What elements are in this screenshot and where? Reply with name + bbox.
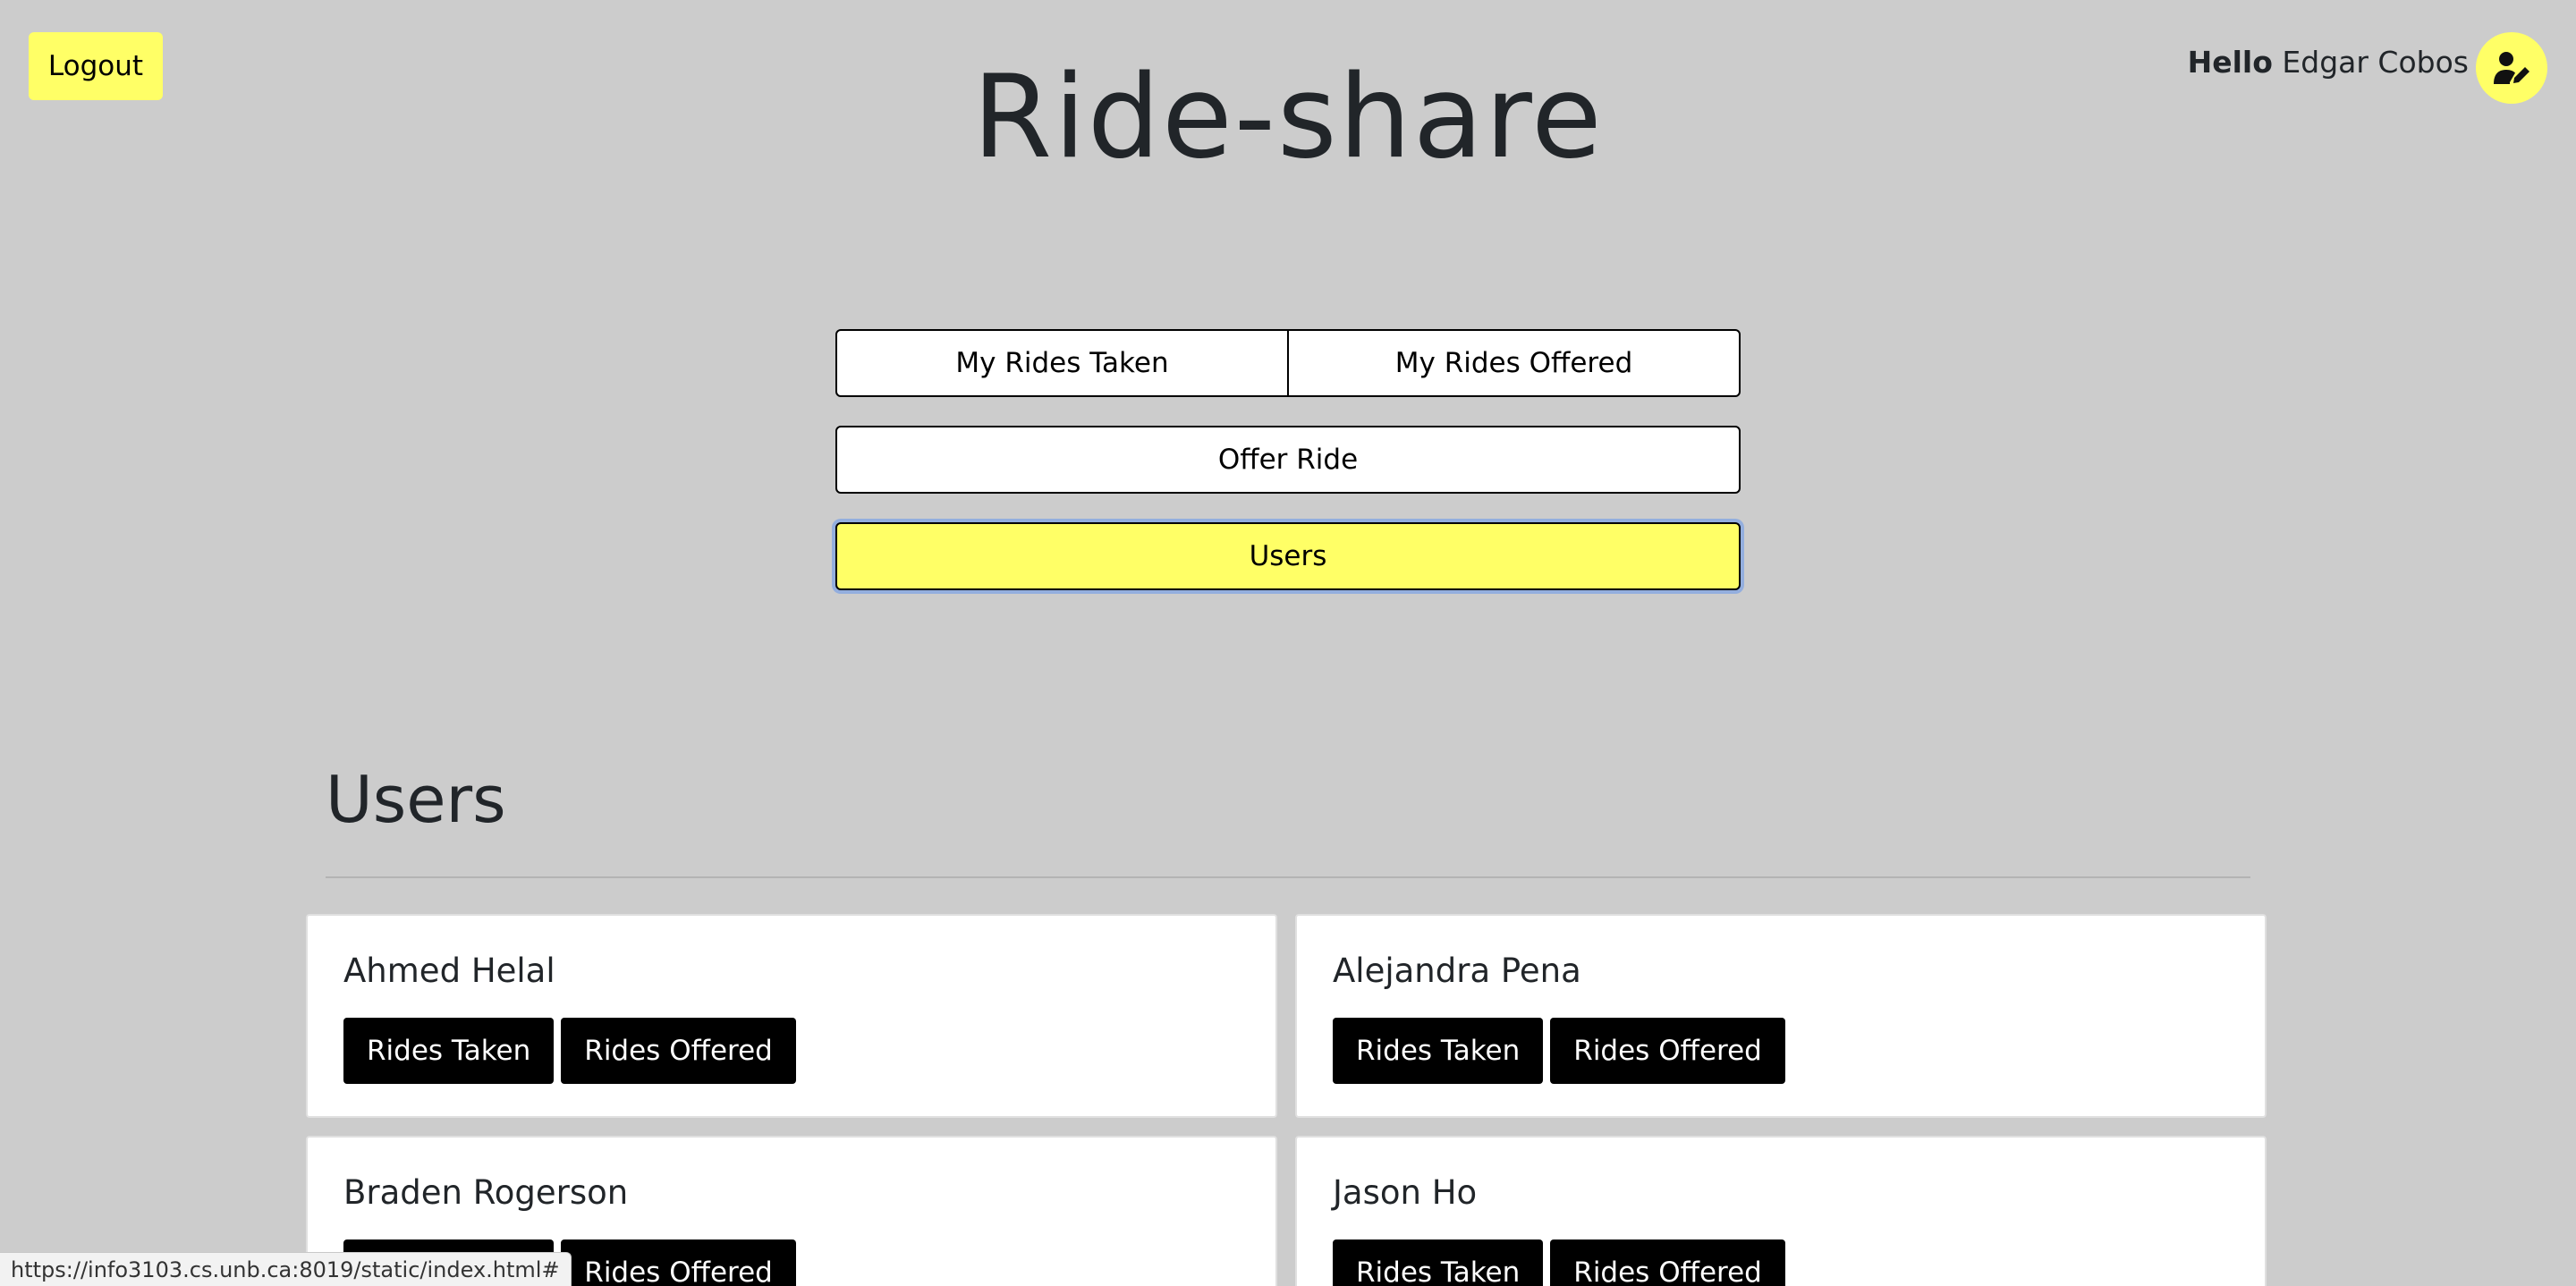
my-rides-taken-button[interactable]: My Rides Taken: [837, 331, 1287, 395]
greeting-user-name: Edgar Cobos: [2282, 45, 2469, 80]
user-actions: Rides Taken Rides Offered: [343, 1018, 796, 1084]
user-name: Alejandra Pena: [1333, 952, 1581, 990]
user-name: Jason Ho: [1333, 1173, 1478, 1212]
user-card: Alejandra Pena Rides Taken Rides Offered: [1295, 914, 2267, 1118]
rides-offered-button[interactable]: Rides Offered: [1550, 1018, 1785, 1084]
rides-offered-button[interactable]: Rides Offered: [561, 1239, 796, 1286]
user-edit-icon: [2494, 52, 2529, 84]
app-page: Logout Ride-share Hello Edgar Cobos My R…: [0, 0, 2576, 1286]
browser-status-url: https://info3103.cs.unb.ca:8019/static/i…: [0, 1252, 572, 1286]
rides-taken-button[interactable]: Rides Taken: [1333, 1239, 1544, 1286]
user-card: Jason Ho Rides Taken Rides Offered: [1295, 1136, 2267, 1286]
user-profile-button[interactable]: [2476, 32, 2547, 104]
rides-offered-button[interactable]: Rides Offered: [1550, 1239, 1785, 1286]
greeting-hello: Hello: [2187, 45, 2273, 80]
user-actions: Rides Taken Rides Offered: [1333, 1239, 1785, 1286]
rides-taken-button[interactable]: Rides Taken: [1333, 1018, 1544, 1084]
users-button[interactable]: Users: [835, 522, 1741, 590]
offer-ride-button[interactable]: Offer Ride: [835, 426, 1741, 494]
user-name: Braden Rogerson: [343, 1173, 629, 1212]
section-divider: [326, 876, 2250, 878]
my-rides-toggle-group: My Rides Taken My Rides Offered: [835, 329, 1741, 397]
user-actions: Rides Taken Rides Offered: [1333, 1018, 1785, 1084]
user-name: Ahmed Helal: [343, 952, 555, 990]
users-section-title: Users: [326, 762, 506, 837]
my-rides-offered-button[interactable]: My Rides Offered: [1287, 331, 1739, 395]
greeting: Hello Edgar Cobos: [2188, 45, 2469, 80]
user-card: Ahmed Helal Rides Taken Rides Offered: [306, 914, 1277, 1118]
rides-offered-button[interactable]: Rides Offered: [561, 1018, 796, 1084]
rides-taken-button[interactable]: Rides Taken: [343, 1018, 555, 1084]
